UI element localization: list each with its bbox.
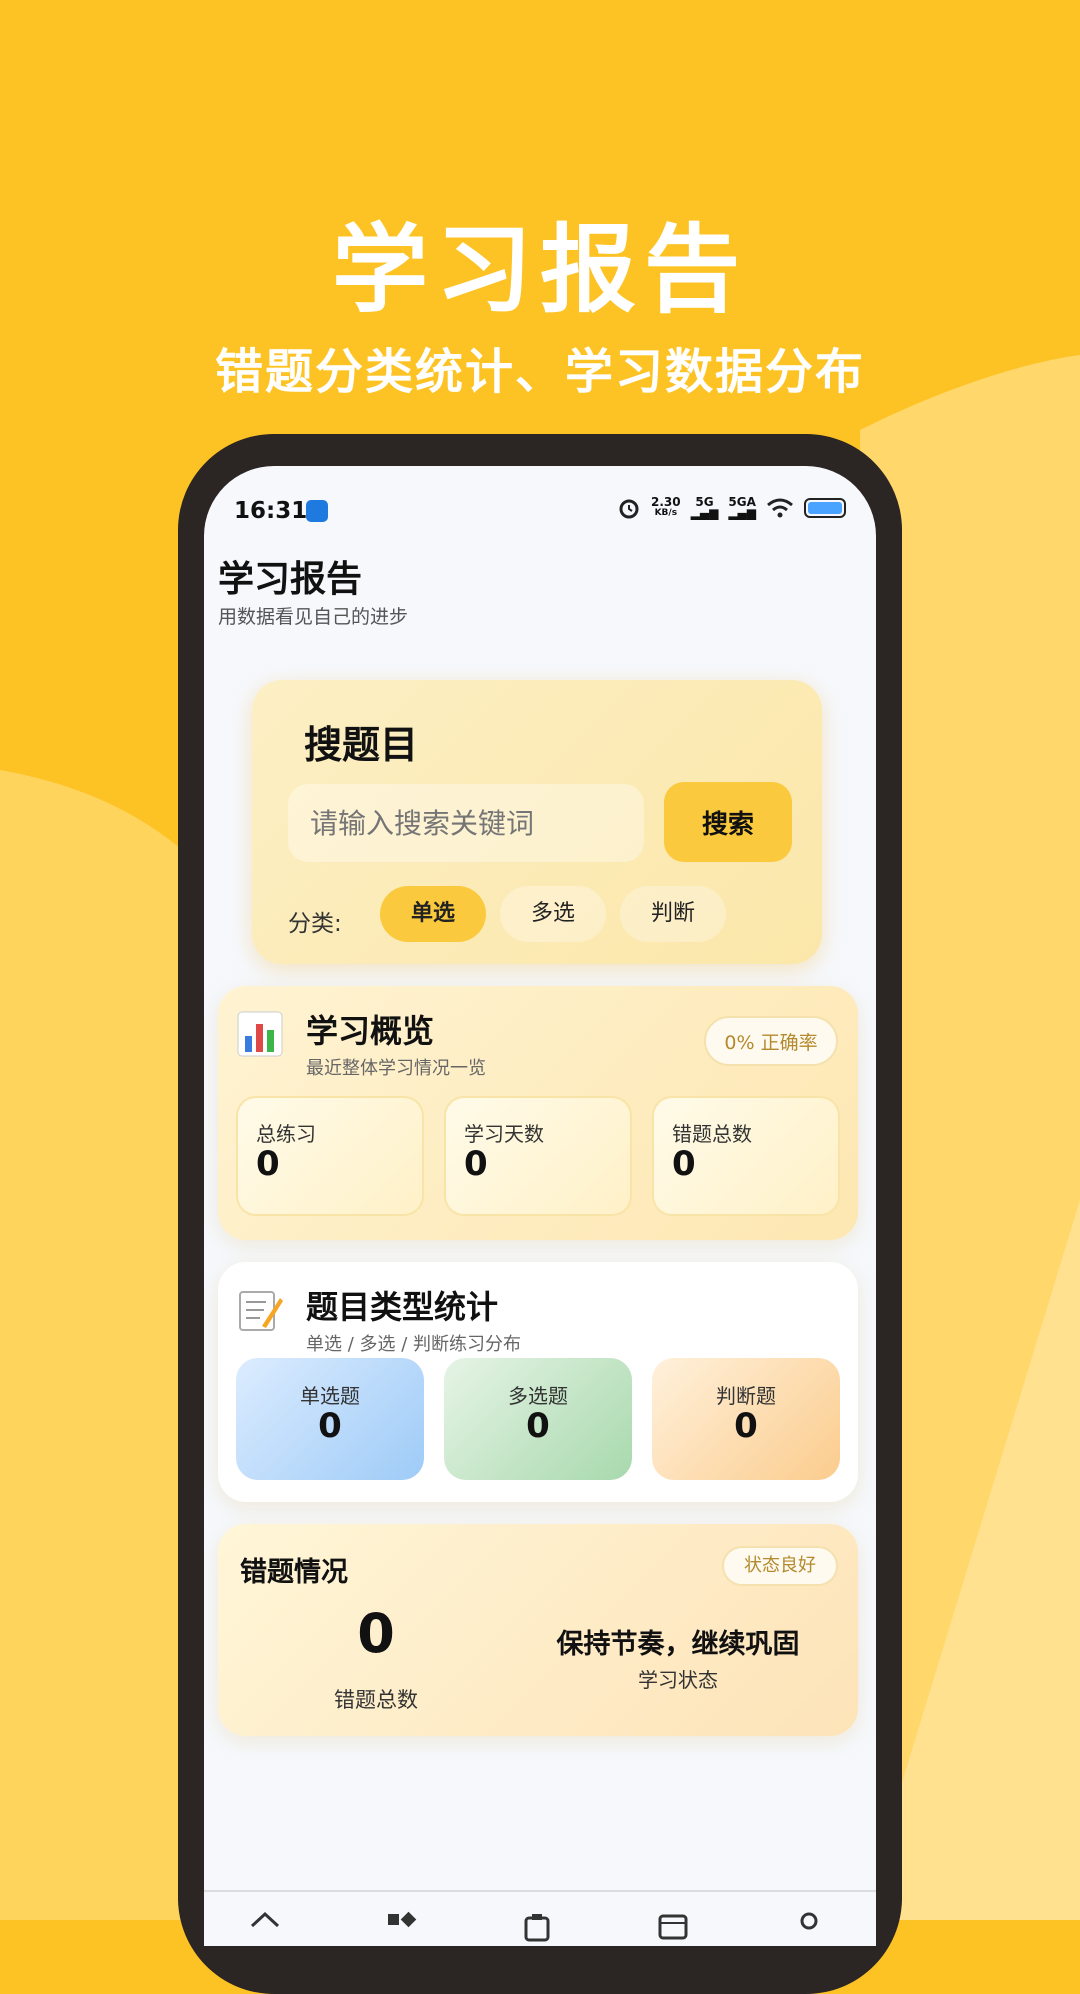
profile-icon[interactable]	[792, 1908, 826, 1942]
status-badge: 状态良好	[722, 1546, 838, 1586]
overview-title: 学习概览	[306, 1012, 435, 1050]
promo-subtitle: 错题分类统计、学习数据分布	[214, 344, 865, 400]
network-speed: 2.30 KB/s	[651, 495, 681, 518]
status-time: 16:31	[234, 498, 308, 524]
bar-chart-icon	[237, 1011, 283, 1057]
phone-screen: 16:31 2.30 KB/s 5G ▂▄▆ 5GA ▂▄▆ 学习报告 用数据看见自…	[204, 466, 876, 1946]
wrong-count: 0	[357, 1602, 395, 1665]
status-icons: 2.30 KB/s 5G ▂▄▆ 5GA ▂▄▆	[617, 496, 846, 520]
wifi-icon	[767, 498, 793, 518]
stat-wrong-total: 错题总数 0	[652, 1096, 840, 1216]
stat-study-days: 学习天数 0	[444, 1096, 632, 1216]
accuracy-badge: 0% 正确率	[704, 1016, 838, 1066]
overview-subtitle: 最近整体学习情况一览	[306, 1058, 486, 1079]
clipboard-icon[interactable]	[520, 1908, 554, 1942]
wrong-title: 错题情况	[240, 1557, 348, 1588]
question-types-card: 题目类型统计 单选 / 多选 / 判断练习分布 单选题 0 多选题 0 判断题 …	[218, 1262, 858, 1502]
category-chip-multiple[interactable]: 多选	[500, 886, 606, 942]
calendar-icon[interactable]	[656, 1908, 690, 1942]
study-state: 保持节奏，继续巩固	[556, 1629, 800, 1660]
category-chip-single[interactable]: 单选	[380, 886, 486, 942]
notification-app-icon	[306, 500, 328, 522]
home-icon[interactable]	[248, 1908, 282, 1942]
search-button[interactable]: 搜索	[664, 782, 792, 862]
memo-icon	[239, 1291, 283, 1331]
promo-title: 学习报告	[332, 214, 748, 326]
page-title: 学习报告	[218, 559, 363, 600]
search-input[interactable]	[288, 784, 644, 862]
sim2-signal-icon: 5GA ▂▄▆	[728, 495, 756, 520]
type-multiple-choice[interactable]: 多选题 0	[444, 1358, 632, 1480]
battery-icon	[804, 498, 846, 518]
type-single-choice[interactable]: 单选题 0	[236, 1358, 424, 1480]
bottom-tab-bar	[204, 1890, 876, 1946]
search-title: 搜题目	[304, 723, 419, 767]
category-chip-judge[interactable]: 判断	[620, 886, 726, 942]
category-icon[interactable]	[384, 1908, 418, 1942]
category-label: 分类:	[288, 911, 342, 937]
stat-total-practice: 总练习 0	[236, 1096, 424, 1216]
study-state-label: 学习状态	[638, 1668, 718, 1692]
wrong-questions-card: 错题情况 状态良好 0 错题总数 保持节奏，继续巩固 学习状态	[218, 1524, 858, 1736]
page-subtitle: 用数据看见自己的进步	[218, 606, 409, 628]
types-title: 题目类型统计	[306, 1288, 499, 1326]
wrong-count-label: 错题总数	[334, 1688, 418, 1712]
overview-card: 学习概览 最近整体学习情况一览 0% 正确率 总练习 0 学习天数 0 错题总数…	[218, 986, 858, 1240]
sim1-signal-icon: 5G ▂▄▆	[690, 495, 719, 520]
type-true-false[interactable]: 判断题 0	[652, 1358, 840, 1480]
alarm-icon	[619, 499, 639, 519]
types-subtitle: 单选 / 多选 / 判断练习分布	[306, 1334, 522, 1355]
search-card: 搜题目 搜索 分类: 单选 多选 判断	[252, 680, 822, 964]
status-bar: 16:31 2.30 KB/s 5G ▂▄▆ 5GA ▂▄▆	[204, 466, 876, 526]
